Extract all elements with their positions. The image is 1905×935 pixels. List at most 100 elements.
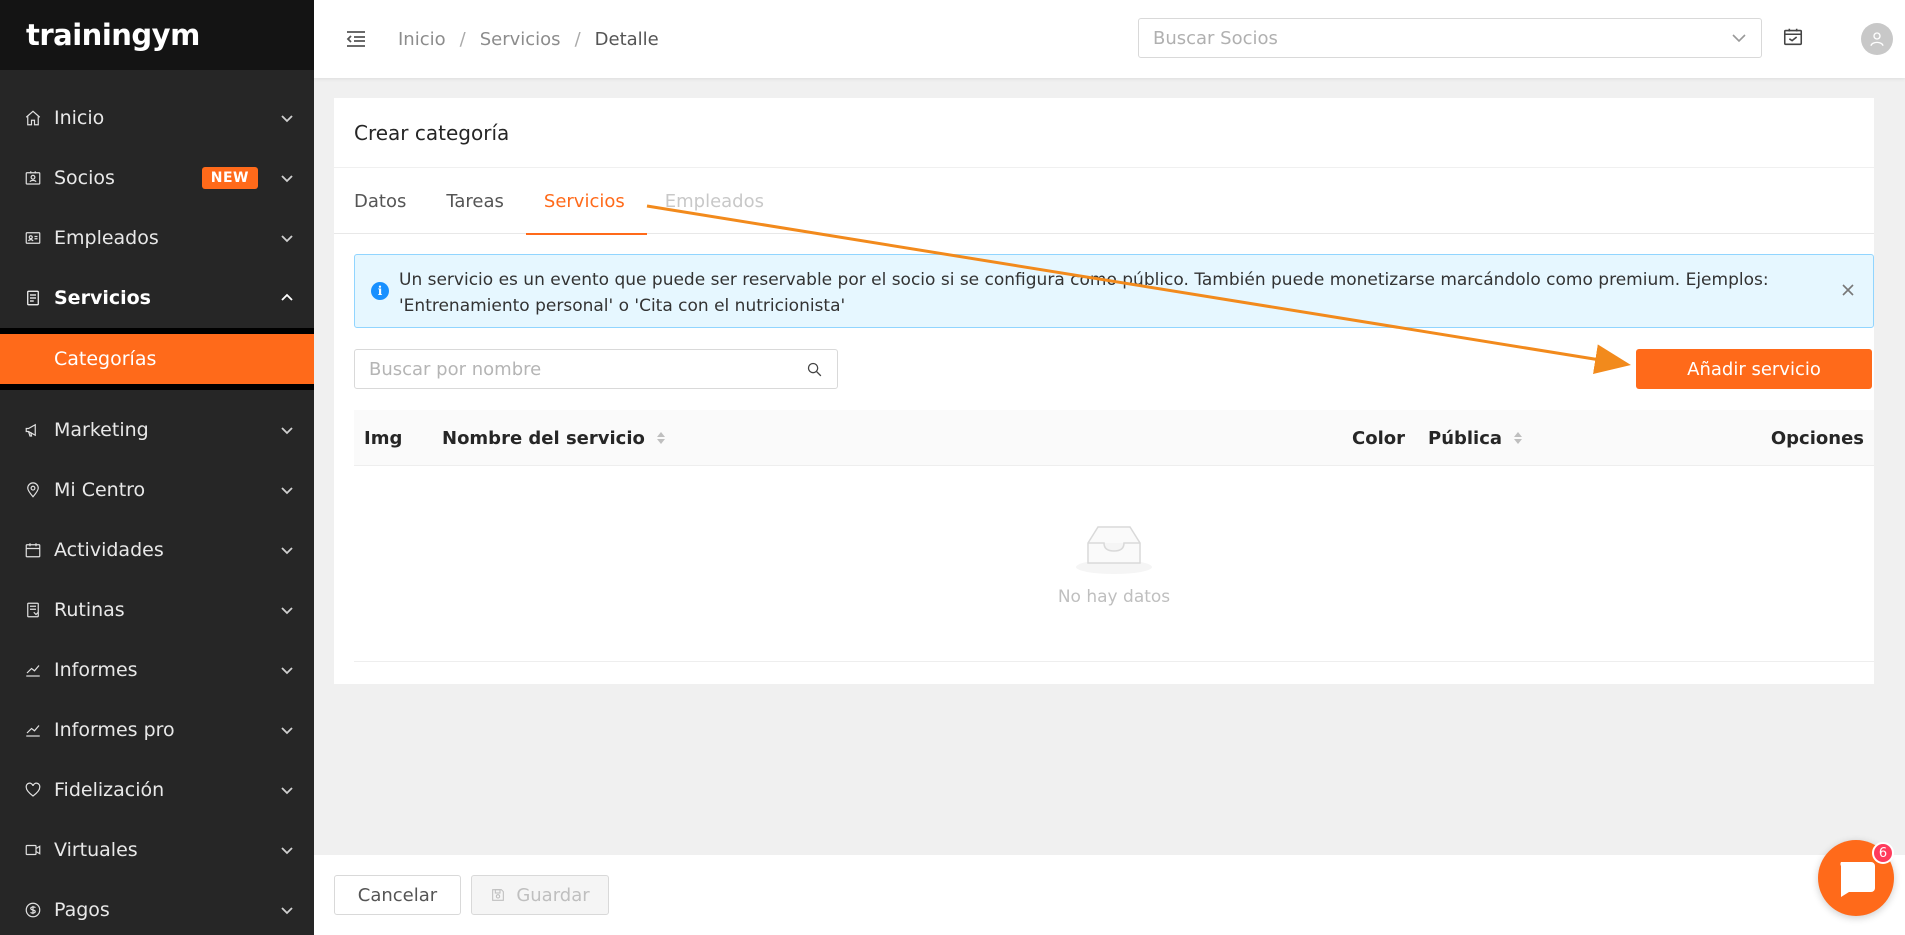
column-nombre[interactable]: Nombre del servicio — [442, 410, 665, 466]
table-header: Img Nombre del servicio Color Pública Op… — [354, 410, 1874, 466]
sidebar-item-label: Socios — [54, 167, 115, 189]
tab-servicios[interactable]: Servicios — [525, 168, 647, 235]
info-alert-text: Un servicio es un evento que puede ser r… — [399, 270, 1769, 316]
info-alert: i Un servicio es un evento que puede ser… — [354, 254, 1874, 328]
column-publica-label: Pública — [1428, 427, 1503, 449]
heart-icon — [24, 781, 42, 799]
close-icon[interactable] — [1841, 283, 1857, 299]
sidebar-item-label: Servicios — [54, 287, 151, 309]
search-icon[interactable] — [806, 361, 823, 378]
user-avatar[interactable] — [1861, 23, 1893, 55]
sidebar-item-marketing[interactable]: Marketing — [0, 400, 314, 460]
servicios-submenu: Categorías — [0, 328, 314, 390]
column-publica[interactable]: Pública — [1428, 410, 1523, 466]
sidebar-nav: Inicio Socios NEW Empleados Servicios Ca… — [0, 70, 314, 935]
sidebar-item-actividades[interactable]: Actividades — [0, 520, 314, 580]
chevron-down-icon — [280, 843, 294, 857]
column-opciones: Opciones — [1770, 427, 1864, 449]
tabs: Datos Tareas Servicios Empleados — [334, 168, 1874, 235]
footer-actions: Cancelar Guardar — [314, 855, 1905, 935]
sidebar-item-socios[interactable]: Socios NEW — [0, 148, 314, 208]
save-icon — [492, 889, 505, 901]
video-icon — [24, 841, 42, 859]
sidebar-item-inicio[interactable]: Inicio — [0, 88, 314, 148]
breadcrumb-separator: / — [574, 28, 581, 50]
home-icon — [24, 109, 42, 127]
chevron-down-icon — [280, 231, 294, 245]
save-button-label: Guardar — [516, 884, 590, 906]
sidebar-item-label: Marketing — [54, 419, 149, 441]
save-button: Guardar — [471, 875, 609, 915]
chevron-down-icon — [280, 423, 294, 437]
sidebar-item-label: Virtuales — [54, 839, 138, 861]
sidebar-item-pagos[interactable]: Pagos — [0, 880, 314, 935]
sidebar-item-empleados[interactable]: Empleados — [0, 208, 314, 268]
top-header: Inicio / Servicios / Detalle Buscar Soci… — [314, 0, 1905, 78]
location-pin-icon — [24, 481, 42, 499]
breadcrumb: Inicio / Servicios / Detalle — [398, 29, 659, 50]
tab-tareas[interactable]: Tareas — [446, 168, 504, 234]
chat-bubble-icon — [1840, 862, 1875, 897]
chevron-down-icon — [280, 171, 294, 185]
sidebar-item-informes-pro[interactable]: Informes pro — [0, 700, 314, 760]
sidebar-item-servicios[interactable]: Servicios — [0, 268, 314, 328]
sidebar-item-informes[interactable]: Informes — [0, 640, 314, 700]
calendar-icon — [24, 541, 42, 559]
sidebar-item-rutinas[interactable]: Rutinas — [0, 580, 314, 640]
chevron-up-icon — [280, 291, 294, 305]
sidebar-item-label: Inicio — [54, 107, 105, 129]
page-title: Crear categoría — [334, 98, 1874, 168]
column-nombre-label: Nombre del servicio — [442, 427, 645, 449]
category-card: Crear categoría Datos Tareas Servicios E… — [334, 98, 1874, 684]
search-by-name-placeholder: Buscar por nombre — [369, 358, 542, 380]
chat-notification-badge: 6 — [1872, 842, 1894, 864]
clipboard-icon — [24, 289, 42, 307]
breadcrumb-servicios[interactable]: Servicios — [480, 29, 561, 50]
chevron-down-icon — [280, 723, 294, 737]
tab-empleados: Empleados — [664, 190, 764, 212]
chevron-down-icon — [1732, 34, 1746, 43]
tab-datos[interactable]: Datos — [354, 168, 406, 234]
line-chart-icon — [24, 661, 42, 679]
sidebar: trainingym Inicio Socios NEW Empleados S… — [0, 0, 314, 935]
sidebar-item-mi-centro[interactable]: Mi Centro — [0, 460, 314, 520]
sort-icon[interactable] — [1514, 432, 1523, 444]
sidebar-item-label: Actividades — [54, 539, 164, 561]
book-icon — [24, 601, 42, 619]
empty-state: No hay datos — [354, 466, 1874, 662]
menu-fold-icon[interactable] — [344, 27, 368, 51]
sidebar-item-label: Rutinas — [54, 599, 125, 621]
cancel-button[interactable]: Cancelar — [334, 875, 461, 915]
search-by-name-input[interactable]: Buscar por nombre — [354, 349, 838, 389]
sidebar-item-fidelizacion[interactable]: Fidelización — [0, 760, 314, 820]
chevron-down-icon — [280, 663, 294, 677]
column-color: Color — [1352, 427, 1405, 449]
line-chart-icon — [24, 721, 42, 739]
sidebar-item-label: Empleados — [54, 227, 159, 249]
breadcrumb-inicio[interactable]: Inicio — [398, 29, 446, 50]
chevron-down-icon — [280, 483, 294, 497]
new-badge: NEW — [201, 167, 258, 189]
sidebar-item-label: Fidelización — [54, 779, 165, 801]
breadcrumb-detalle: Detalle — [594, 28, 659, 50]
chevron-down-icon — [280, 543, 294, 557]
sidebar-item-label: Informes — [54, 659, 138, 681]
chevron-down-icon — [280, 111, 294, 125]
add-service-button[interactable]: Añadir servicio — [1636, 349, 1872, 389]
search-socios-select[interactable]: Buscar Socios — [1138, 18, 1762, 58]
empty-inbox-icon — [1076, 525, 1152, 574]
chevron-down-icon — [280, 783, 294, 797]
sidebar-item-label: Pagos — [54, 899, 110, 921]
id-card-icon — [24, 169, 42, 187]
info-icon: i — [371, 282, 389, 300]
logo[interactable]: trainingym — [0, 0, 314, 70]
calendar-check-icon[interactable] — [1782, 26, 1806, 50]
sidebar-item-label: Mi Centro — [54, 479, 146, 501]
sort-icon[interactable] — [656, 432, 665, 444]
sidebar-subitem-categorias[interactable]: Categorías — [0, 334, 314, 384]
dollar-circle-icon — [24, 901, 42, 919]
empty-message: No hay datos — [1057, 586, 1171, 607]
chevron-down-icon — [280, 903, 294, 917]
sidebar-item-virtuales[interactable]: Virtuales — [0, 820, 314, 880]
sidebar-item-label: Informes pro — [54, 719, 175, 741]
